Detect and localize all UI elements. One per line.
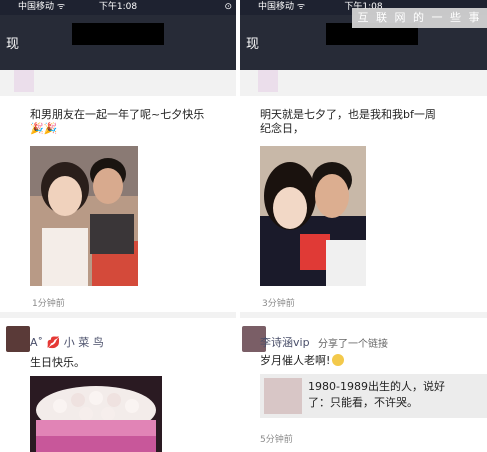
link-title-continued: 了：只能看，不许哭。 (308, 396, 418, 409)
post-text: 明天就是七夕了，也是我和我bf一周 (260, 108, 436, 121)
post-emoji: 🎉🎉 (30, 122, 58, 135)
username[interactable]: 李诗涵vip (260, 334, 310, 350)
post-text-continued: 纪念日， (260, 122, 304, 135)
right-screenshot: 中国移动 ᯤ 下午1:08 现 明天就是七夕了，也是我和我bf一周 纪念日， 3… (240, 0, 487, 452)
post-timestamp: 1分钟前 (32, 299, 65, 309)
smile-emoji-icon (332, 354, 345, 366)
mosaic-avatar (258, 70, 278, 92)
mosaic-avatar (14, 70, 34, 92)
post-timestamp: 5分钟前 (260, 435, 293, 445)
left-screenshot: 中国移动 ᯤ 下午1:08 ⊙ 现 和男朋友在一起一年了呢~七夕快乐 🎉🎉 1分… (0, 0, 236, 452)
alarm-icon: ⊙ (224, 2, 232, 12)
shared-link-card[interactable]: 1980-1989出生的人，说好 了：只能看，不许哭。 (260, 374, 487, 418)
link-thumbnail (264, 378, 302, 414)
feed-post: 明天就是七夕了，也是我和我bf一周 纪念日， 3分钟前 (240, 96, 487, 312)
couple-photo (30, 146, 138, 286)
couple-selfie (260, 146, 366, 286)
post-text: 生日快乐。 (30, 356, 85, 369)
user-avatar[interactable] (6, 326, 30, 352)
back-button[interactable]: 现 (6, 33, 19, 52)
post-photo[interactable] (260, 146, 366, 286)
post-photo[interactable] (30, 376, 162, 452)
post-text: 岁月催人老啊! (260, 354, 345, 368)
cake-photo (30, 376, 162, 452)
watermark: 互 联 网 的 一 些 事 (352, 8, 487, 28)
redacted-title (72, 23, 164, 45)
feed-post: A˚ 💋 小 菜 鸟 生日快乐。 (0, 318, 236, 452)
post-photo[interactable] (30, 146, 138, 286)
clock: 下午1:08 (98, 2, 138, 12)
feed-post: 和男朋友在一起一年了呢~七夕快乐 🎉🎉 1分钟前 (0, 96, 236, 312)
status-bar: 中国移动 ᯤ 下午1:08 ⊙ (0, 0, 236, 15)
post-text: 和男朋友在一起一年了呢~七夕快乐 (30, 108, 205, 121)
nav-bar: 现 (0, 15, 236, 70)
post-text-content: 岁月催人老啊! (260, 354, 331, 367)
post-timestamp: 3分钟前 (262, 299, 295, 309)
back-button[interactable]: 现 (246, 33, 259, 52)
link-title: 1980-1989出生的人，说好 (308, 380, 445, 393)
share-action: 分享了一个链接 (318, 339, 388, 350)
username[interactable]: A˚ 💋 小 菜 鸟 (30, 334, 104, 350)
feed-post: 李诗涵vip 分享了一个链接 岁月催人老啊! 1980-1989出生的人，说好 … (240, 318, 487, 452)
